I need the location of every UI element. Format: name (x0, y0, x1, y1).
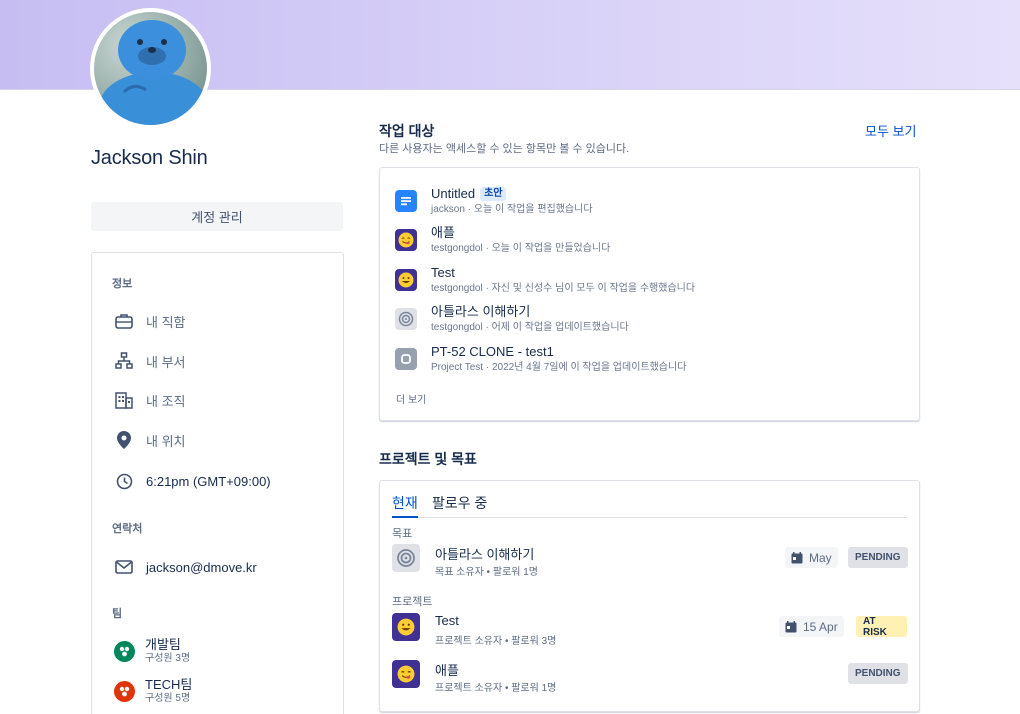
mail-icon (114, 557, 134, 577)
goal-target-icon (395, 308, 417, 330)
team-member-count: 구성원 5명 (145, 693, 191, 704)
target-date-chip: 15 Apr (779, 616, 844, 637)
location-field[interactable]: 내 위치 (114, 430, 186, 450)
draft-badge: 초안 (480, 187, 507, 201)
target-date-text: May (809, 550, 832, 565)
job-title-text: 내 직함 (146, 314, 186, 330)
projects-section-title: 프로젝트 및 목표 (379, 451, 477, 467)
work-item-title: Test (431, 265, 455, 280)
work-item-meta: Project Test · 2022년 4월 7일에 이 작업을 업데이트했습… (431, 362, 687, 373)
department-field[interactable]: 내 부서 (114, 351, 186, 371)
location-text: 내 위치 (146, 433, 186, 449)
team-section-label: 팀 (112, 608, 123, 620)
see-all-link[interactable]: 모두 보기 (865, 121, 916, 140)
smile-emoji-icon (395, 269, 417, 291)
building-icon (114, 390, 134, 410)
work-item-title: 애플 (431, 225, 455, 240)
work-item[interactable]: Untitled 초안 jackson · 오늘 이 작업을 편집했습니다 (395, 186, 593, 217)
profile-name: Jackson Shin (91, 147, 208, 169)
team-item[interactable]: TECH팀 구성원 5명 (114, 677, 192, 705)
local-time-text: 6:21pm (GMT+09:00) (146, 473, 271, 489)
team-people-icon (114, 641, 135, 662)
target-date-text: 15 Apr (803, 619, 838, 634)
smile-emoji-icon (392, 613, 420, 641)
briefcase-icon (114, 311, 134, 331)
target-date-chip: May (785, 547, 838, 568)
goals-group-label: 목표 (392, 528, 413, 540)
work-item-meta: testgongdol · 오늘 이 작업을 만들었습니다 (431, 243, 611, 254)
show-more-link[interactable]: 더 보기 (396, 391, 426, 406)
organization-text: 내 조직 (146, 393, 186, 409)
project-icon (395, 348, 417, 370)
profile-info-card: 정보 내 직함 내 부서 내 조직 내 위치 6:21pm (GMT+09:00… (91, 252, 344, 714)
work-item-meta: testgongdol · 자신 및 신성수 님이 모두 이 작업을 수행했습니… (431, 283, 696, 294)
work-item[interactable]: Test testgongdol · 자신 및 신성수 님이 모두 이 작업을 … (395, 265, 695, 296)
manage-account-button[interactable]: 계정 관리 (91, 202, 343, 231)
local-time-field: 6:21pm (GMT+09:00) (114, 471, 271, 491)
yum-emoji-icon (395, 229, 417, 251)
email-field[interactable]: jackson@dmove.kr (114, 557, 257, 577)
department-text: 내 부서 (146, 354, 186, 370)
location-pin-icon (114, 430, 134, 450)
goal-meta: 목표 소유자 • 팔로워 1명 (435, 567, 538, 578)
project-title: Test (435, 613, 459, 628)
status-badge: AT RISK (856, 616, 907, 638)
projects-tabs: 현재 팔로우 중 (392, 493, 907, 518)
project-row[interactable]: 애플 프로젝트 소유자 • 팔로워 1명 PENDING (392, 660, 908, 696)
work-item[interactable]: PT-52 CLONE - test1 Project Test · 2022년… (395, 344, 686, 375)
work-item-title: PT-52 CLONE - test1 (431, 344, 554, 359)
tab-following[interactable]: 팔로우 중 (432, 493, 487, 518)
team-name: TECH팀 (145, 677, 193, 692)
status-badge: PENDING (848, 663, 908, 684)
document-icon (395, 190, 417, 212)
org-chart-icon (114, 351, 134, 371)
clock-icon (114, 471, 134, 491)
work-item[interactable]: 아틀라스 이해하기 testgongdol · 어제 이 작업을 업데이트했습니… (395, 304, 629, 335)
info-section-label: 정보 (112, 278, 133, 290)
calendar-icon (791, 551, 803, 563)
project-title: 애플 (435, 663, 459, 678)
projects-goals-card: 현재 팔로우 중 목표 아틀라스 이해하기 목표 소유자 • 팔로워 1명 Ma… (379, 480, 920, 712)
work-item-meta: testgongdol · 어제 이 작업을 업데이트했습니다 (431, 322, 629, 333)
goal-title: 아틀라스 이해하기 (435, 547, 535, 562)
project-meta: 프로젝트 소유자 • 팔로워 1명 (435, 683, 557, 694)
team-name: 개발팀 (145, 637, 181, 652)
work-item[interactable]: 애플 testgongdol · 오늘 이 작업을 만들었습니다 (395, 225, 610, 256)
goal-row[interactable]: 아틀라스 이해하기 목표 소유자 • 팔로워 1명 May PENDING (392, 544, 908, 580)
contact-section-label: 연락처 (112, 523, 143, 535)
work-item-meta: jackson · 오늘 이 작업을 편집했습니다 (431, 204, 593, 215)
email-text: jackson@dmove.kr (146, 559, 257, 575)
job-title-field[interactable]: 내 직함 (114, 311, 186, 331)
tab-current[interactable]: 현재 (392, 493, 418, 518)
work-item-title: Untitled (431, 186, 476, 201)
team-people-icon (114, 681, 135, 702)
project-row[interactable]: Test 프로젝트 소유자 • 팔로워 3명 15 Apr AT RISK (392, 613, 907, 649)
work-section-subtitle: 다른 사용자는 액세스할 수 있는 항목만 볼 수 있습니다. (379, 143, 630, 155)
team-item[interactable]: 개발팀 구성원 3명 (114, 637, 190, 665)
camera-icon (94, 12, 112, 28)
work-items-card: Untitled 초안 jackson · 오늘 이 작업을 편집했습니다 애플 … (379, 167, 920, 421)
calendar-icon (785, 620, 797, 632)
goal-target-icon (392, 544, 420, 572)
project-meta: 프로젝트 소유자 • 팔로워 3명 (435, 636, 557, 647)
status-badge: PENDING (848, 547, 908, 568)
yum-emoji-icon (392, 660, 420, 688)
profile-avatar[interactable] (90, 8, 211, 129)
work-section-title: 작업 대상 (379, 123, 435, 139)
projects-group-label: 프로젝트 (392, 596, 433, 608)
organization-field[interactable]: 내 조직 (114, 390, 186, 410)
work-item-title: 아틀라스 이해하기 (431, 304, 531, 319)
team-member-count: 구성원 3명 (145, 653, 191, 664)
